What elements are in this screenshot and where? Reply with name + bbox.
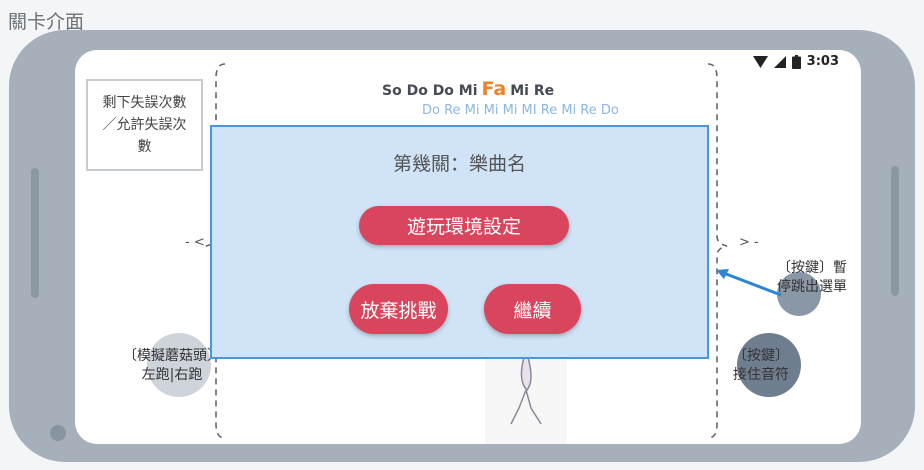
catch-label: 〔按鍵〕 接住音符 xyxy=(733,347,789,385)
signal-icon xyxy=(773,55,786,68)
notes-line-1: So Do Do Mi Fa Mi Re xyxy=(382,78,554,100)
catch-label-desc: 接住音符 xyxy=(733,367,789,383)
give-up-button[interactable]: 放棄挑戰 xyxy=(349,284,448,334)
left-chevron: - < xyxy=(185,235,205,250)
phone-camera-dot xyxy=(50,425,66,441)
dialog-title: 第幾關：樂曲名 xyxy=(392,153,526,175)
phone-right-button xyxy=(891,166,899,296)
character-figure-icon xyxy=(510,353,542,425)
notes-played: So Do Do Mi xyxy=(382,83,478,99)
current-note: Fa xyxy=(481,78,507,100)
wifi-icon xyxy=(752,55,768,68)
left-control-desc: 左跑|右跑 xyxy=(141,367,203,383)
left-control-title: 〔模擬蘑菇頭〕 xyxy=(123,348,221,364)
notes-line-2: Do Re Mi Mi Mi MI Re Mi Re Do xyxy=(422,103,619,118)
battery-icon xyxy=(791,54,801,69)
arrow-icon xyxy=(716,269,782,297)
catch-label-title: 〔按鍵〕 xyxy=(733,348,789,364)
continue-button[interactable]: 繼續 xyxy=(484,284,581,334)
notes-upcoming: Mi Re xyxy=(510,83,555,99)
player-character xyxy=(485,350,567,444)
settings-button[interactable]: 遊玩環境設定 xyxy=(359,206,569,245)
pause-dialog: 第幾關：樂曲名 遊玩環境設定 放棄挑戰 繼續 xyxy=(210,125,709,359)
left-control-label: 〔模擬蘑菇頭〕 左跑|右跑 xyxy=(123,347,221,385)
status-bar: 3:03 xyxy=(752,54,839,69)
status-time: 3:03 xyxy=(806,54,839,69)
right-chevron: > - xyxy=(739,235,759,250)
miss-counter-text: 剩下失誤次數／允許失誤次數 xyxy=(102,95,187,155)
phone-left-button xyxy=(31,168,39,298)
